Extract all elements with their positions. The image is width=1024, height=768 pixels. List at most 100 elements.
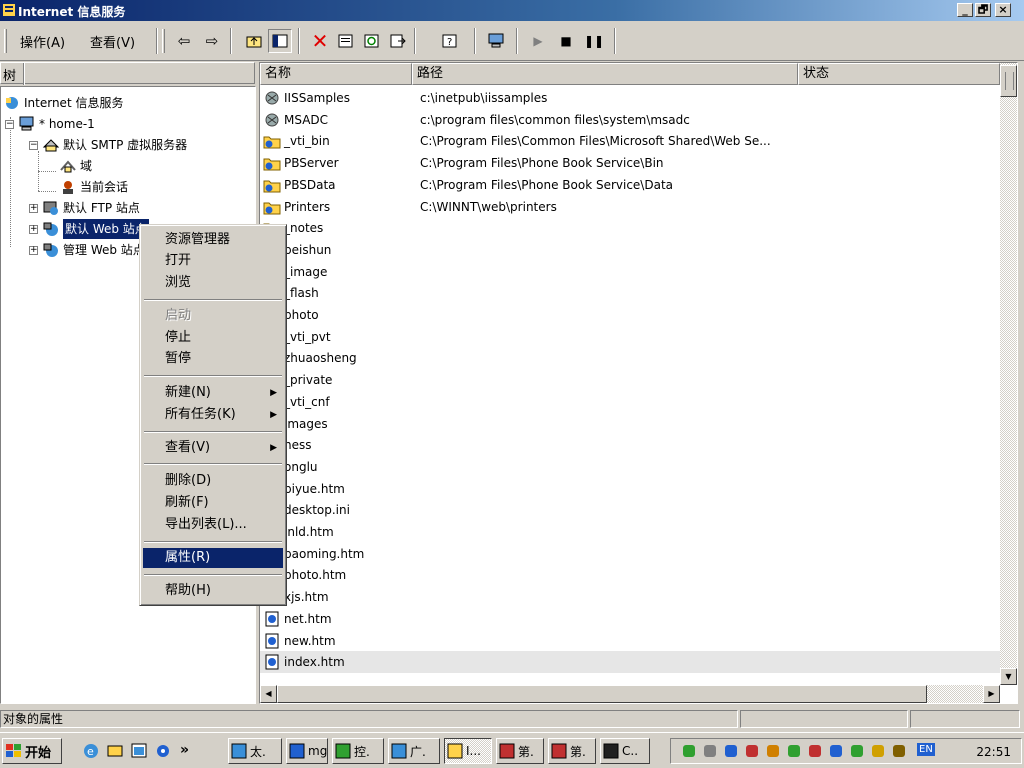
list-row[interactable]: inld.htm: [260, 521, 1000, 543]
column-header-status[interactable]: 状态: [798, 63, 1000, 85]
quicklaunch-chevron[interactable]: »: [180, 742, 189, 758]
task-button[interactable]: C..: [600, 738, 650, 764]
tree-node-session[interactable]: 当前会话: [59, 177, 128, 197]
list-row[interactable]: MSADC c:\program files\common files\syste…: [260, 109, 1000, 131]
menu-item-start[interactable]: 启动: [143, 306, 283, 326]
list-row[interactable]: biyue.htm: [260, 478, 1000, 500]
delete-icon[interactable]: ✕: [308, 29, 332, 53]
menu-action[interactable]: 操作(A): [20, 32, 65, 51]
list-row[interactable]: ness: [260, 434, 1000, 456]
menu-view[interactable]: 查看(V): [90, 32, 135, 51]
list-row[interactable]: PBSData C:\Program Files\Phone Book Servi…: [260, 174, 1000, 196]
task-button[interactable]: I...: [444, 738, 492, 764]
tree-node-smtp[interactable]: − 默认 SMTP 虚拟服务器: [29, 135, 187, 155]
list-row[interactable]: images: [260, 413, 1000, 435]
list-row[interactable]: desktop.ini: [260, 499, 1000, 521]
tree-header[interactable]: 树: [0, 62, 255, 85]
up-folder-icon[interactable]: [242, 29, 266, 53]
scroll-thumb[interactable]: [1000, 65, 1017, 97]
tree-node-server[interactable]: − * home-1: [5, 114, 95, 134]
task-button[interactable]: 第.: [548, 738, 596, 764]
list-pane[interactable]: 名称 路径 状态 IISSamples c:\inetpub\iissamples…: [259, 62, 1018, 704]
start-icon[interactable]: ▶: [526, 29, 550, 53]
list-row[interactable]: zhuaosheng: [260, 347, 1000, 369]
menu-item-export[interactable]: 导出列表(L)...: [143, 515, 283, 535]
menu-item-browse[interactable]: 浏览: [143, 273, 283, 293]
list-row[interactable]: xjs.htm: [260, 586, 1000, 608]
column-header-name[interactable]: 名称: [260, 63, 412, 85]
messenger-icon[interactable]: [828, 743, 844, 759]
list-row[interactable]: photo.htm: [260, 564, 1000, 586]
network-icon[interactable]: [681, 743, 697, 759]
scroll-left-arrow-icon[interactable]: ◀: [260, 685, 277, 703]
list-row[interactable]: Printers C:\WINNT\web\printers: [260, 196, 1000, 218]
title-bar[interactable]: Internet 信息服务 _ 🗗 ×: [0, 0, 1024, 21]
menu-item-view[interactable]: 查看(V) ▶: [143, 438, 283, 458]
computer-icon[interactable]: [484, 29, 508, 53]
list-row[interactable]: IISSamples c:\inetpub\iissamples: [260, 87, 1000, 109]
list-row[interactable]: index.htm: [260, 651, 1000, 674]
tree-node-ftp[interactable]: + 默认 FTP 站点: [29, 198, 140, 218]
expand-icon[interactable]: +: [29, 245, 38, 255]
forward-icon[interactable]: ⇨: [200, 29, 224, 53]
menu-item-stop[interactable]: 停止: [143, 328, 283, 348]
tree-node-admin-web[interactable]: + 管理 Web 站点: [29, 240, 145, 260]
tree-node-domain[interactable]: 域: [59, 156, 92, 176]
outlook-icon[interactable]: [106, 742, 124, 760]
horizontal-scroll-thumb[interactable]: [277, 685, 927, 703]
status-icon[interactable]: [849, 743, 865, 759]
properties-icon[interactable]: [334, 29, 358, 53]
volume-icon[interactable]: [702, 743, 718, 759]
sync-icon[interactable]: [765, 743, 781, 759]
scroll-right-arrow-icon[interactable]: ▶: [983, 685, 1000, 703]
export-icon[interactable]: [386, 29, 410, 53]
clock[interactable]: 22:51: [976, 745, 1011, 759]
desktop-icon[interactable]: [130, 742, 148, 760]
menu-item-properties[interactable]: 属性(R): [143, 548, 283, 568]
list-row[interactable]: photo: [260, 304, 1000, 326]
user-icon[interactable]: [891, 743, 907, 759]
list-row[interactable]: PBServer C:\Program Files\Phone Book Serv…: [260, 152, 1000, 174]
ime-icon[interactable]: [723, 743, 739, 759]
menu-item-pause[interactable]: 暂停: [143, 349, 283, 369]
close-button[interactable]: ×: [995, 3, 1011, 17]
list-row[interactable]: net.htm: [260, 608, 1000, 630]
stop-icon[interactable]: ■: [554, 29, 578, 53]
ime-indicator[interactable]: EN: [917, 743, 935, 756]
expand-icon[interactable]: +: [29, 203, 38, 213]
scroll-down-arrow-icon[interactable]: ▼: [1000, 668, 1017, 685]
menu-item-new[interactable]: 新建(N) ▶: [143, 383, 283, 403]
collapse-icon[interactable]: −: [5, 119, 14, 129]
tree-node-iis-root[interactable]: Internet 信息服务: [3, 93, 123, 113]
list-row[interactable]: _flash: [260, 282, 1000, 304]
shield-icon[interactable]: [807, 743, 823, 759]
task-button[interactable]: 控.: [332, 738, 384, 764]
scanner-icon[interactable]: [786, 743, 802, 759]
column-header-path[interactable]: 路径: [412, 63, 798, 85]
task-button[interactable]: mg: [286, 738, 328, 764]
menu-item-open[interactable]: 打开: [143, 251, 283, 271]
menu-item-refresh[interactable]: 刷新(F): [143, 493, 283, 513]
task-button[interactable]: 第.: [496, 738, 544, 764]
list-row[interactable]: _private: [260, 369, 1000, 391]
minimize-button[interactable]: _: [957, 3, 973, 17]
vertical-scrollbar[interactable]: ▼: [1000, 63, 1017, 685]
menu-item-delete[interactable]: 删除(D): [143, 471, 283, 491]
task-button[interactable]: 广.: [388, 738, 440, 764]
list-row[interactable]: new.htm: [260, 630, 1000, 652]
menu-item-all-tasks[interactable]: 所有任务(K) ▶: [143, 405, 283, 425]
start-button[interactable]: 开始: [2, 738, 62, 764]
list-row[interactable]: _vti_pvt: [260, 326, 1000, 348]
help-icon[interactable]: ?: [438, 29, 462, 53]
list-row[interactable]: beishun: [260, 239, 1000, 261]
ie-icon[interactable]: e: [82, 742, 100, 760]
list-row[interactable]: _vti_cnf: [260, 391, 1000, 413]
menu-item-explorer[interactable]: 资源管理器: [143, 230, 283, 250]
task-button[interactable]: 太.: [228, 738, 282, 764]
list-row[interactable]: _image: [260, 261, 1000, 283]
refresh-icon[interactable]: [360, 29, 384, 53]
horizontal-scrollbar[interactable]: ◀ ▶: [260, 685, 1000, 703]
expand-icon[interactable]: +: [29, 224, 38, 234]
tree-node-default-web[interactable]: + 默认 Web 站点: [29, 219, 149, 239]
collapse-icon[interactable]: −: [29, 140, 38, 150]
